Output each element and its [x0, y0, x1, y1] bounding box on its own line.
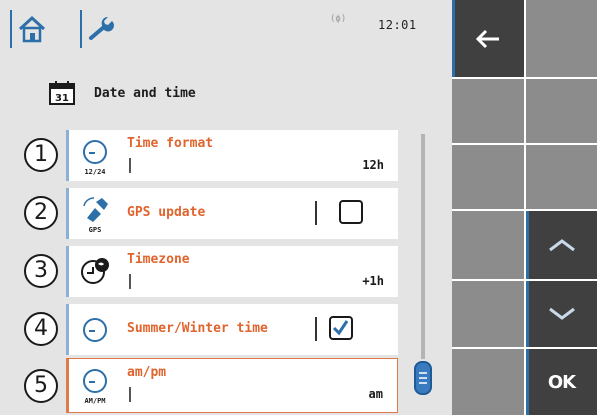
signal-indicator: (ϕ): [330, 14, 347, 24]
ok-button-edge: [526, 349, 529, 415]
chevron-up-icon: [548, 239, 575, 252]
row-number: 3: [24, 254, 58, 288]
back-button[interactable]: [452, 0, 524, 77]
scroll-grip-icon: [419, 372, 427, 384]
top-bar: (ϕ) 12:01: [0, 0, 455, 60]
setting-row-time-format[interactable]: 12/24 Time format 12h: [66, 130, 398, 181]
softkey-empty[interactable]: [452, 211, 524, 279]
ok-label: OK: [547, 371, 576, 393]
softkey-grid: OK: [452, 0, 597, 415]
checkmark-icon: [332, 320, 349, 336]
text-cursor: [129, 387, 131, 402]
scroll-down-edge: [526, 281, 529, 347]
scroll-down-button[interactable]: [526, 281, 597, 347]
softkey-empty[interactable]: [452, 145, 524, 209]
setting-label: am/pm: [127, 365, 167, 380]
divider: [315, 317, 317, 341]
setting-row-timezone[interactable]: Timezone +1h: [66, 246, 398, 297]
clock-icon-caption: AM/PM: [84, 397, 105, 405]
clock-icon: AM/PM: [83, 369, 107, 405]
clock-icon: 12/24: [83, 140, 107, 176]
back-arrow-icon: [475, 29, 499, 48]
globe-clock-icon: [81, 258, 109, 284]
setting-row-am-pm[interactable]: AM/PM am/pm am: [66, 358, 398, 413]
clock: 12:01: [378, 18, 417, 32]
text-cursor: [129, 158, 131, 173]
softkey-empty[interactable]: [526, 145, 597, 209]
main-panel: (ϕ) 12:01 31 Date and time 1 12/24 Time …: [0, 0, 455, 415]
chevron-down-icon: [548, 307, 575, 320]
top-separator: [10, 10, 12, 48]
setting-label: Timezone: [127, 252, 190, 267]
wrench-icon[interactable]: [86, 12, 118, 46]
clock-icon-caption: 12/24: [84, 168, 105, 176]
calendar-icon: 31: [49, 81, 75, 105]
setting-row-gps-update[interactable]: GPS GPS update: [66, 188, 398, 239]
calendar-icon-text: 31: [55, 93, 69, 104]
clock-icon: [83, 318, 107, 342]
text-cursor: [129, 274, 131, 289]
home-icon[interactable]: [16, 12, 48, 46]
top-separator: [80, 10, 82, 48]
page-title: Date and time: [94, 86, 196, 101]
ok-button[interactable]: OK: [526, 349, 597, 415]
gps-icon-caption: GPS: [89, 226, 102, 234]
setting-label: Time format: [127, 136, 214, 151]
softkey-empty[interactable]: [452, 281, 524, 347]
scrollbar-thumb[interactable]: [414, 361, 432, 395]
scrollbar-track[interactable]: [421, 134, 425, 359]
setting-value: 12h: [362, 158, 384, 172]
softkey-empty[interactable]: [452, 349, 524, 415]
back-button-edge: [452, 0, 455, 77]
setting-value: +1h: [362, 274, 384, 288]
summer-winter-checkbox[interactable]: [329, 316, 353, 340]
row-number: 2: [24, 196, 58, 230]
softkey-empty[interactable]: [526, 79, 597, 143]
page-heading: 31 Date and time: [48, 78, 448, 108]
gps-update-checkbox[interactable]: [339, 200, 363, 224]
softkey-empty[interactable]: [452, 79, 524, 143]
divider: [315, 201, 317, 225]
row-number: 5: [24, 369, 58, 403]
gps-satellite-icon: GPS: [83, 197, 108, 234]
setting-value: am: [368, 387, 383, 401]
row-number: 1: [24, 138, 58, 172]
setting-row-summer-winter[interactable]: Summer/Winter time: [66, 304, 398, 355]
scroll-up-button[interactable]: [526, 211, 597, 279]
setting-label: GPS update: [127, 205, 206, 220]
softkey-empty[interactable]: [526, 0, 597, 77]
setting-label: Summer/Winter time: [127, 321, 268, 336]
scroll-up-edge: [526, 211, 529, 279]
row-number: 4: [24, 312, 58, 346]
